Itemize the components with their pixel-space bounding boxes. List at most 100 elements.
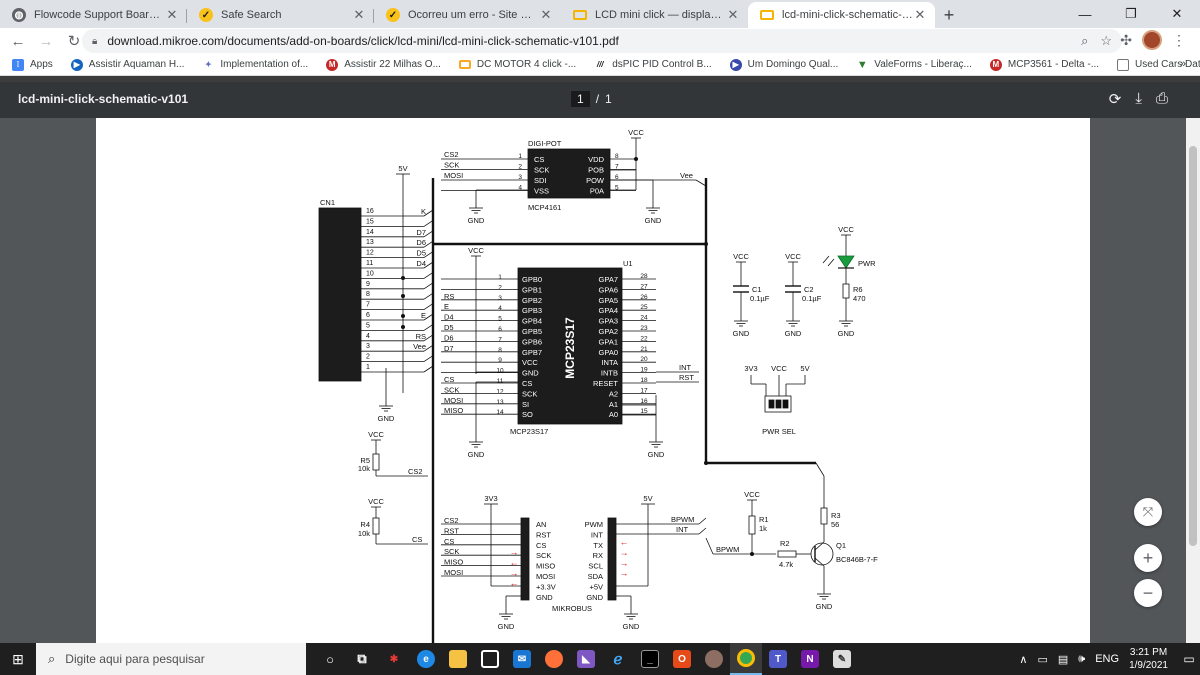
tab-ocorreu[interactable]: ✓ Ocorreu um erro - Site Oficial | In ✕ xyxy=(374,2,561,28)
bookmark-item[interactable]: ✦ Implementation of... xyxy=(202,58,308,71)
site-logo-icon: /// xyxy=(594,58,607,71)
bookmark-item[interactable]: DC MOTOR 4 click -... xyxy=(458,59,576,70)
bookmark-apps[interactable]: ⁞ Apps xyxy=(12,58,53,71)
supply-label: VCC xyxy=(468,246,484,255)
windows-taskbar: ⊞ ⌕ Digite aqui para pesquisar ○ ⧉ ✱ e ✉… xyxy=(0,643,1200,675)
zoom-in-button[interactable]: + xyxy=(1134,544,1162,572)
avatar[interactable] xyxy=(1142,30,1162,50)
gnd-label: GND xyxy=(733,329,750,338)
visual-studio-icon[interactable]: ◣ xyxy=(570,643,602,675)
tab-schematic-pdf[interactable]: lcd-mini-click-schematic-v101 ✕ xyxy=(748,2,935,28)
app-icon[interactable] xyxy=(698,643,730,675)
tab-flowcode[interactable]: ◍ Flowcode Support Board - Post a ✕ xyxy=(0,2,187,28)
address-bar[interactable]: 🔒︎ download.mikroe.com/documents/add-on-… xyxy=(82,29,1122,53)
tab-lcd-mini-click[interactable]: LCD mini click — displays 16x2 m ✕ xyxy=(561,2,748,28)
u1-pin: GPB1 xyxy=(522,285,542,294)
resistor xyxy=(777,550,797,558)
close-window-icon[interactable]: ✕ xyxy=(1154,0,1200,28)
maximize-icon[interactable]: ❐ xyxy=(1108,0,1154,28)
tray-expand-icon[interactable]: ∧ xyxy=(1019,653,1027,666)
jumper-label: VCC xyxy=(771,364,787,373)
resistor-value: 4.7k xyxy=(779,560,793,569)
pin-number: 4 xyxy=(518,185,522,192)
close-icon[interactable]: ✕ xyxy=(726,7,740,23)
net-label: CS xyxy=(412,535,422,544)
pin-number: 8 xyxy=(498,347,502,354)
cn1-ref: CN1 xyxy=(320,198,335,207)
close-icon[interactable]: ✕ xyxy=(165,7,179,23)
tab-safe-search[interactable]: ✓ Safe Search ✕ xyxy=(187,2,374,28)
onenote-icon[interactable]: N xyxy=(794,643,826,675)
bookmarks-overflow-icon[interactable]: » xyxy=(1180,58,1186,70)
file-explorer-icon[interactable] xyxy=(442,643,474,675)
zoom-out-button[interactable]: − xyxy=(1134,579,1162,607)
zoom-search-icon[interactable]: ⌕ xyxy=(1081,33,1088,49)
bookmark-item[interactable]: ///dsPIC PID Control B... xyxy=(594,58,712,71)
bookmark-item[interactable]: ▶ Um Domingo Qual... xyxy=(729,58,838,71)
cortana-icon[interactable]: ○ xyxy=(314,643,346,675)
task-view-icon[interactable]: ⧉ xyxy=(346,643,378,675)
pin-number: 24 xyxy=(640,315,648,322)
bookmark-star-icon[interactable]: ☆ xyxy=(1100,33,1112,49)
fit-page-button[interactable]: ⤧ xyxy=(1134,498,1162,526)
mail-icon[interactable]: ✉ xyxy=(506,643,538,675)
paint-icon[interactable]: ✎ xyxy=(826,643,858,675)
gnd-label: GND xyxy=(645,216,662,225)
bookmark-item[interactable]: ▶ Assistir Aquaman H... xyxy=(70,58,184,71)
back-icon[interactable]: ← xyxy=(4,33,32,50)
transistor-value: BC846B-7-F xyxy=(836,555,878,564)
taskbar-search[interactable]: ⌕ Digite aqui para pesquisar xyxy=(36,643,306,675)
schematic-drawing: DIGI-POTMCP4161CS1SCK2SDI3VSS4CS2SCKMOSI… xyxy=(318,128,878,643)
edge-icon[interactable]: e xyxy=(410,643,442,675)
forward-icon[interactable]: → xyxy=(32,33,60,50)
scrollbar-thumb[interactable] xyxy=(1189,146,1197,546)
url-text[interactable]: download.mikroe.com/documents/add-on-boa… xyxy=(107,34,1069,48)
jumper-pin xyxy=(782,399,789,409)
minimize-icon[interactable]: — xyxy=(1062,0,1108,28)
rotate-icon[interactable]: ⟳ xyxy=(1109,90,1122,108)
pdf-viewport[interactable]: DIGI-POT MCP4161 CS 1 SCK 2 SDI 3 VSS 4 CS2 SCK MOSI… xyxy=(0,118,1186,643)
firefox-icon[interactable] xyxy=(538,643,570,675)
volume-icon[interactable]: 🕪︎ xyxy=(1078,653,1085,666)
bug-app-icon[interactable]: ✱ xyxy=(378,643,410,675)
teams-icon[interactable]: T xyxy=(762,643,794,675)
battery-icon[interactable]: ▭ xyxy=(1037,653,1047,666)
pin-number: 22 xyxy=(640,335,648,342)
close-icon[interactable]: ✕ xyxy=(913,7,927,23)
download-icon[interactable]: ⤓ xyxy=(1135,90,1142,108)
notification-icon[interactable]: ▭ xyxy=(1178,652,1200,666)
wire xyxy=(695,179,707,187)
bookmark-item[interactable]: M Assistir 22 Milhas O... xyxy=(326,58,441,71)
language-indicator[interactable]: ENG xyxy=(1095,653,1119,665)
wire xyxy=(705,537,714,555)
close-icon[interactable]: ✕ xyxy=(539,7,553,23)
pin-number: 11 xyxy=(366,260,373,267)
lock-icon[interactable]: 🔒︎ xyxy=(92,36,97,47)
bookmark-item[interactable]: M MCP3561 - Delta -... xyxy=(989,58,1099,71)
extensions-puzzle-icon[interactable]: ✣ xyxy=(1120,32,1132,49)
office-icon[interactable]: O xyxy=(666,643,698,675)
menu-dots-icon[interactable]: ⋮ xyxy=(1172,32,1186,49)
chrome-icon[interactable] xyxy=(730,643,762,675)
vertical-scrollbar[interactable] xyxy=(1186,118,1200,643)
u1-ref: U1 xyxy=(623,259,633,268)
window-controls: — ❐ ✕ xyxy=(1062,0,1200,28)
print-icon[interactable]: ⎙ xyxy=(1156,90,1168,108)
internet-explorer-icon[interactable]: ℯ xyxy=(602,643,634,675)
network-icon[interactable]: ▤ xyxy=(1058,653,1068,666)
store-icon[interactable] xyxy=(474,643,506,675)
resistor-value: 1k xyxy=(759,524,767,533)
jumper-pin xyxy=(768,399,775,409)
terminal-icon[interactable]: _ xyxy=(634,643,666,675)
windows-start-icon[interactable]: ⊞ xyxy=(0,643,36,675)
close-icon[interactable]: ✕ xyxy=(352,7,366,23)
new-tab-button[interactable]: + xyxy=(935,2,963,28)
bookmark-item[interactable]: ▼ ValeForms - Liberaç... xyxy=(856,58,972,71)
pin-number: 6 xyxy=(366,312,370,319)
clock[interactable]: 3:21 PM 1/9/2021 xyxy=(1129,646,1168,672)
page-number-input[interactable]: 1 xyxy=(571,91,590,107)
apps-grid-icon: ⁞ xyxy=(12,58,24,71)
system-tray: ∧ ▭ ▤ 🕪︎ ENG 3:21 PM 1/9/2021 ▭ xyxy=(1019,643,1200,675)
bookmark-item[interactable]: Used Cars Dataset f... xyxy=(1117,58,1200,71)
jumper-pin xyxy=(775,399,782,409)
